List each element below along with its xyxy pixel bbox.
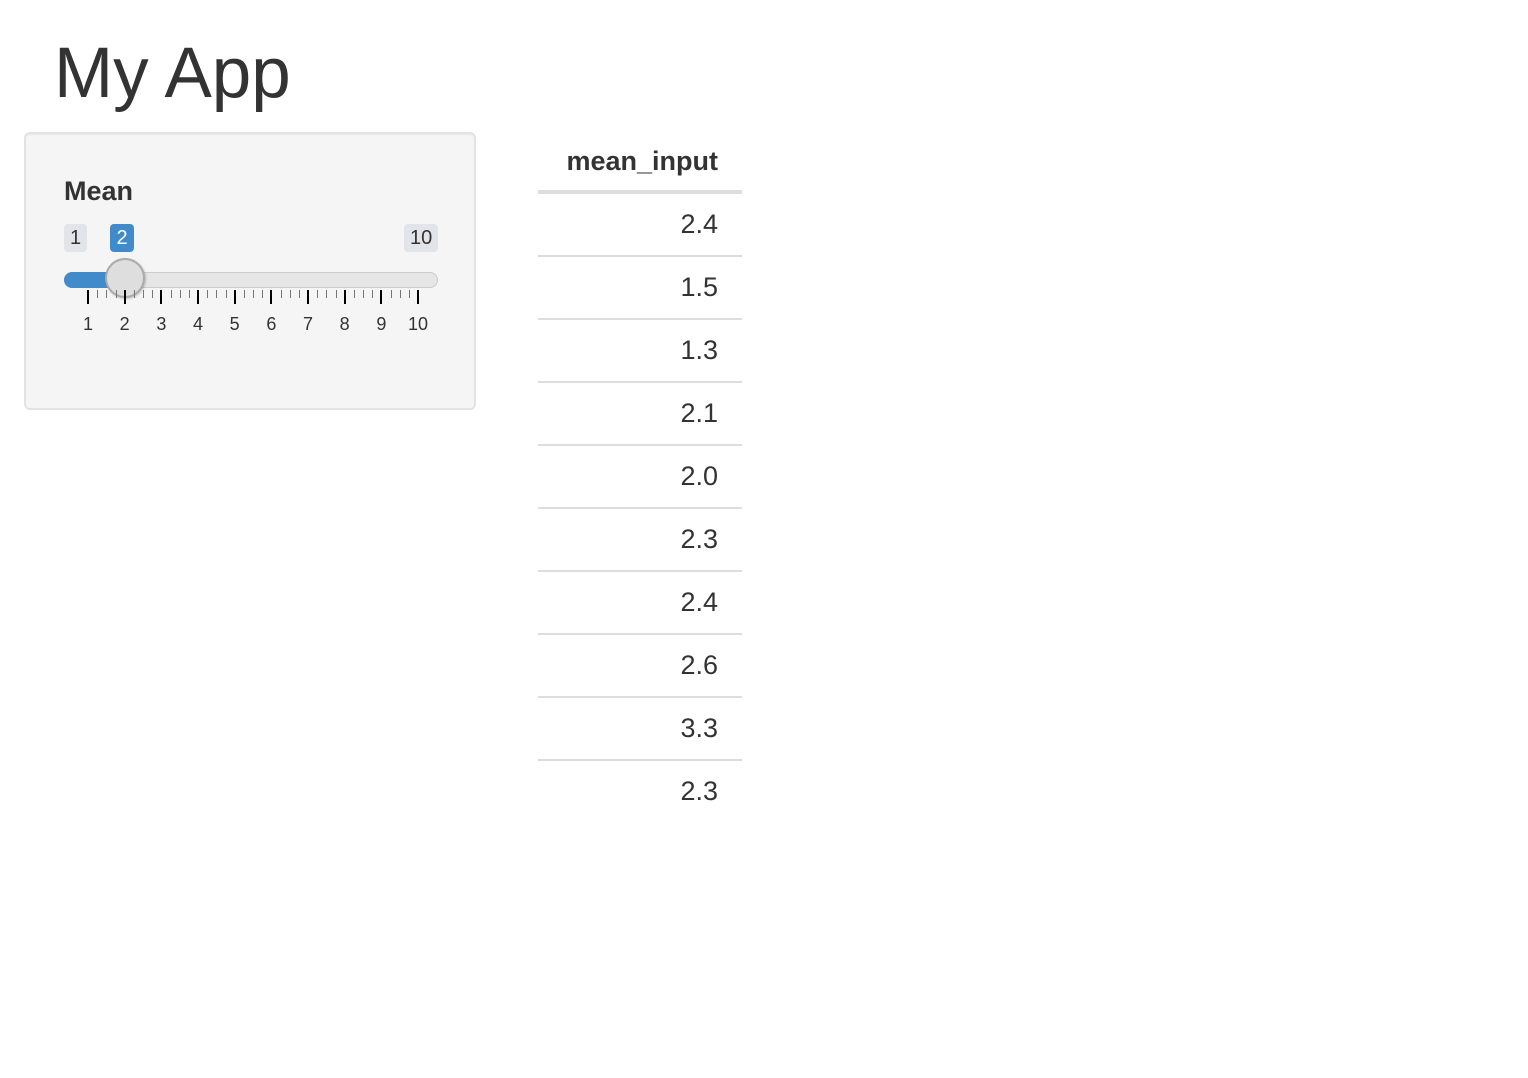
- slider-minor-tick: [253, 290, 254, 298]
- table-cell-mean-input: 1.3: [538, 318, 742, 382]
- sidebar-panel: Mean 1 2 10 1 2 3 4 5 6 7 8 9 10: [24, 132, 476, 410]
- slider-tick-label: 4: [192, 314, 204, 334]
- slider-major-tick: [233, 290, 236, 304]
- slider-tick-label: 5: [229, 314, 240, 334]
- slider-tick-label: 8: [339, 314, 350, 334]
- table-cell-mean-input: 2.4: [538, 570, 742, 634]
- slider-max-badge: 10: [404, 224, 439, 252]
- slider-minor-tick: [317, 290, 319, 298]
- slider-major-tick: [197, 290, 199, 304]
- slider-minor-tick: [390, 290, 392, 298]
- slider-minor-tick: [335, 290, 337, 298]
- slider-minor-tick: [170, 290, 172, 298]
- slider-minor-tick: [216, 290, 218, 298]
- slider-tick-label: 2: [119, 314, 130, 334]
- table-row: 1.5: [538, 255, 742, 319]
- slider-value-badge: 2: [110, 224, 134, 252]
- table-cell-mean-input: 2.1: [538, 381, 742, 445]
- slider-minor-tick: [152, 290, 154, 298]
- data-table: mean_input 2.4 1.5 1.3 2.1 2.0 2.3 2.4 2.6 3.3 2.…: [538, 132, 742, 822]
- table-row: 2.3: [538, 507, 742, 571]
- slider-minor-tick: [115, 290, 117, 298]
- table-row: 3.3: [538, 696, 742, 760]
- slider-minor-tick: [97, 290, 99, 298]
- table-row: 2.6: [538, 633, 742, 697]
- slider-minor-tick: [188, 290, 190, 298]
- table-row: 2.3: [538, 759, 742, 822]
- slider-minor-tick: [399, 290, 401, 298]
- slider-minor-tick: [298, 290, 300, 298]
- table-row: 2.4: [538, 570, 742, 634]
- slider-major-tick: [270, 290, 273, 304]
- slider-major-tick: [307, 290, 309, 304]
- table-cell-mean-input: 3.3: [538, 696, 742, 760]
- table-body: 2.4 1.5 1.3 2.1 2.0 2.3 2.4 2.6 3.3 2.3: [538, 192, 742, 822]
- slider-minor-tick: [106, 290, 108, 298]
- slider-major-tick: [343, 290, 346, 304]
- slider-tick-label: 9: [376, 314, 387, 334]
- table-row: 2.0: [538, 444, 742, 508]
- table-cell-mean-input: 1.5: [538, 255, 742, 319]
- slider-minor-tick: [133, 290, 135, 298]
- slider-major-tick: [123, 290, 126, 304]
- table-row: 2.4: [538, 192, 742, 256]
- slider-minor-tick: [372, 290, 374, 298]
- slider-minor-tick: [262, 290, 264, 298]
- slider-tick-label: 7: [302, 314, 314, 334]
- slider-minor-tick: [143, 290, 144, 298]
- slider-tick-label: 6: [266, 314, 277, 334]
- slider-minor-tick: [243, 290, 245, 298]
- slider-minor-tick: [353, 290, 355, 298]
- slider-major-tick: [160, 290, 163, 304]
- slider-minor-tick: [207, 290, 209, 298]
- slider-minor-tick: [363, 290, 364, 298]
- slider-major-tick: [87, 290, 89, 304]
- slider-minor-tick: [280, 290, 282, 298]
- table-header-row: mean_input: [538, 132, 742, 194]
- slider-tick-label: 1: [82, 314, 94, 334]
- slider-minor-tick: [225, 290, 227, 298]
- slider-major-tick: [380, 290, 383, 304]
- slider-tick-label: 3: [156, 314, 167, 334]
- slider-minor-tick: [289, 290, 291, 298]
- slider-tick-label: 10: [407, 314, 429, 334]
- slider-major-tick: [417, 290, 419, 304]
- page-title: My App: [54, 34, 291, 113]
- table-cell-mean-input: 2.3: [538, 759, 742, 822]
- slider-min-badge: 1: [64, 224, 88, 252]
- table-row: 2.1: [538, 381, 742, 445]
- table-cell-mean-input: 2.0: [538, 444, 742, 508]
- slider-label: Mean: [64, 176, 134, 206]
- table-row: 1.3: [538, 318, 742, 382]
- column-header-mean-input: mean_input: [538, 132, 742, 194]
- slider-minor-tick: [179, 290, 181, 298]
- table-cell-mean-input: 2.3: [538, 507, 742, 571]
- slider-minor-tick: [326, 290, 328, 298]
- table-cell-mean-input: 2.4: [680, 209, 718, 239]
- table-cell-mean-input: 2.6: [538, 633, 742, 697]
- slider-minor-tick: [408, 290, 410, 298]
